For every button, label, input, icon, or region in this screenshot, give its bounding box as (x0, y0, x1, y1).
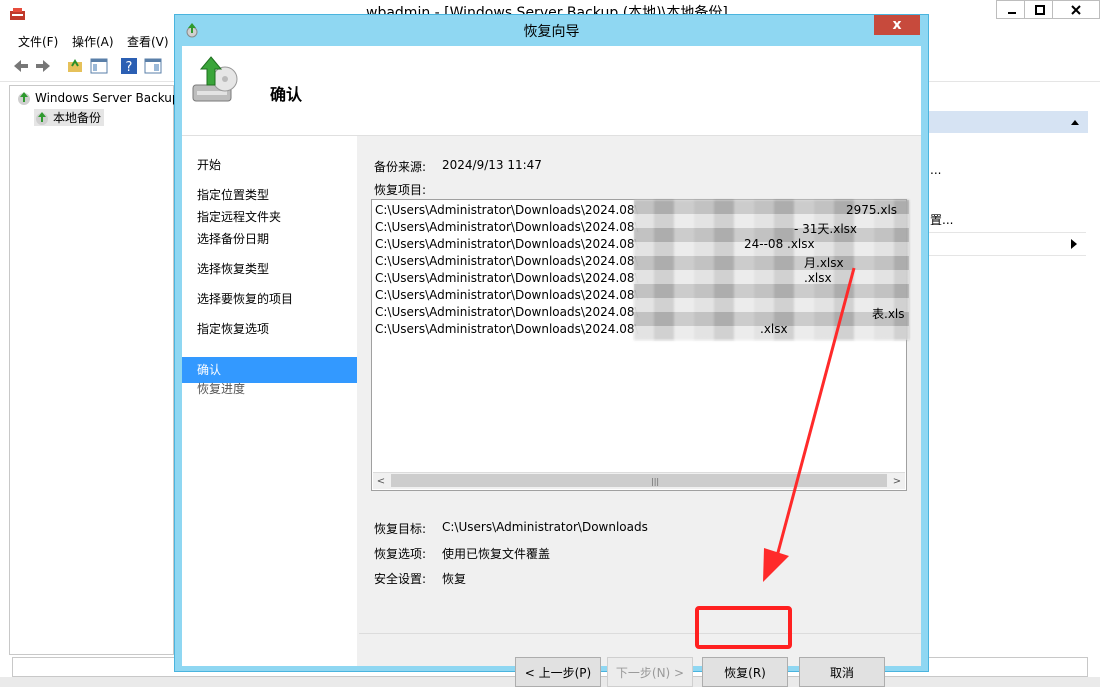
list-item: C:\Users\Administrator\Downloads\2024.08… (375, 254, 639, 268)
dialog-body: 确认 开始 指定位置类型 指定远程文件夹 选择备份日期 选择恢复类型 选择要恢复… (182, 46, 921, 687)
list-item-suffix: .xlsx (804, 271, 832, 285)
step-location-type: 指定位置类型 (197, 188, 270, 202)
chevron-right-icon (1071, 239, 1077, 249)
scroll-left-icon[interactable]: < (373, 473, 389, 489)
list-item: C:\Users\Administrator\Downloads\2024.08… (375, 305, 639, 319)
step-select-items: 选择要恢复的项目 (197, 292, 294, 306)
page-title: 确认 (270, 85, 303, 104)
step-start: 开始 (197, 158, 222, 172)
action-submenu[interactable] (928, 232, 1086, 255)
step-recovery-options: 指定恢复选项 (197, 322, 270, 336)
close-icon (1071, 4, 1081, 15)
backup-source-value: 2024/9/13 11:47 (442, 158, 542, 172)
tree-item-local-backup[interactable]: 本地备份 (34, 109, 105, 126)
list-item: C:\Users\Administrator\Downloads\2024.08… (375, 288, 639, 302)
step-recovery-type: 选择恢复类型 (197, 262, 270, 276)
minimize-button[interactable] (996, 0, 1027, 19)
security-label: 安全设置: (374, 572, 427, 586)
list-item: C:\Users\Administrator\Downloads\2024.08… (375, 322, 639, 336)
list-item-suffix: - 31天.xlsx (794, 222, 858, 236)
action-item[interactable]: ... (930, 163, 941, 177)
recovery-option-label: 恢复选项: (374, 547, 427, 561)
backup-source-label: 备份来源: (374, 160, 427, 174)
wizard-steps: 开始 指定位置类型 指定远程文件夹 选择备份日期 选择恢复类型 选择要恢复的项目… (182, 136, 357, 666)
wizard-header: 确认 (182, 46, 921, 136)
recovery-option-value: 使用已恢复文件覆盖 (442, 547, 551, 561)
list-item-suffix: 表.xls (872, 307, 905, 321)
dialog-close-button[interactable]: x (874, 15, 920, 35)
recovery-wizard-dialog: 恢复向导 x 确认 开始 指定位置类型 指定远程文件夹 选择备份日期 选择恢复类… (174, 14, 929, 687)
show-action-pane-icon[interactable] (144, 57, 162, 75)
list-item-suffix: .xlsx (760, 322, 788, 336)
dialog-title: 恢复向导 (523, 24, 580, 40)
step-remote-folder: 指定远程文件夹 (197, 210, 282, 224)
dialog-titlebar: 恢复向导 x (175, 15, 928, 45)
menu-action[interactable]: 操作(A) (72, 33, 114, 50)
actions-header[interactable] (928, 111, 1088, 133)
list-item-suffix: 月.xlsx (804, 256, 844, 270)
confirmation-content: 备份来源: 2024/9/13 11:47 恢复项目: C:\Users\Adm… (359, 136, 921, 687)
menu-view[interactable]: 查看(V) (127, 33, 169, 50)
step-backup-date: 选择备份日期 (197, 232, 270, 246)
scrollbar-thumb[interactable]: ||| (391, 474, 887, 487)
svg-text:?: ? (126, 60, 133, 75)
redacted-mosaic-overlay (634, 200, 909, 340)
maximize-icon (1034, 4, 1045, 15)
divider (928, 255, 1086, 256)
tree-item-windows-server-backup[interactable]: Windows Server Backup (16, 90, 180, 106)
previous-button[interactable]: < 上一步(P) (515, 657, 601, 687)
grip-icon: ||| (651, 477, 660, 486)
divider (359, 633, 921, 634)
forward-arrow-icon[interactable] (34, 57, 52, 75)
tree-child-label: 本地备份 (53, 111, 102, 125)
recover-button[interactable]: 恢复(R) (702, 657, 788, 687)
back-arrow-icon[interactable] (12, 57, 30, 75)
menu-file[interactable]: 文件(F) (18, 33, 58, 50)
console-tree: Windows Server Backup 本地备份 (9, 85, 180, 655)
recovery-target-label: 恢复目标: (374, 522, 427, 536)
horizontal-scrollbar[interactable]: < ||| > (373, 472, 905, 489)
list-item: C:\Users\Administrator\Downloads\2024.08… (375, 271, 639, 285)
maximize-button[interactable] (1024, 0, 1055, 19)
collapse-up-icon (1071, 120, 1079, 125)
cancel-button[interactable]: 取消 (799, 657, 885, 687)
list-item: C:\Users\Administrator\Downloads\2024.08… (375, 203, 639, 217)
minimize-icon (1007, 11, 1016, 14)
recovery-disk-icon (192, 56, 238, 102)
recovery-items-list[interactable]: C:\Users\Administrator\Downloads\2024.08… (371, 199, 909, 491)
app-icon (10, 8, 25, 20)
show-tree-icon[interactable] (90, 57, 108, 75)
tree-root-label: Windows Server Backup (35, 91, 180, 105)
help-icon[interactable]: ? (120, 57, 138, 75)
list-item-suffix: 2975.xls (846, 203, 898, 217)
list-item-suffix: 24--08 .xlsx (744, 237, 815, 251)
action-item[interactable]: 置... (930, 211, 953, 228)
list-item: C:\Users\Administrator\Downloads\2024.08… (375, 220, 639, 234)
actions-pane: ... 置... (928, 85, 1090, 655)
backup-icon (18, 92, 30, 105)
window-close-button[interactable] (1052, 0, 1100, 19)
recovery-items-label: 恢复项目: (374, 183, 427, 197)
scroll-right-icon[interactable]: > (889, 473, 905, 489)
list-item: C:\Users\Administrator\Downloads\2024.08… (375, 237, 639, 251)
backup-icon (36, 111, 48, 125)
recovery-target-value: C:\Users\Administrator\Downloads (442, 520, 648, 534)
up-folder-icon[interactable] (66, 57, 84, 75)
recover-button-highlight (695, 606, 792, 649)
step-progress: 恢复进度 (197, 382, 246, 396)
step-confirm: 确认 (197, 363, 222, 377)
security-value: 恢复 (442, 572, 467, 586)
next-button[interactable]: 下一步(N) > (607, 657, 693, 687)
